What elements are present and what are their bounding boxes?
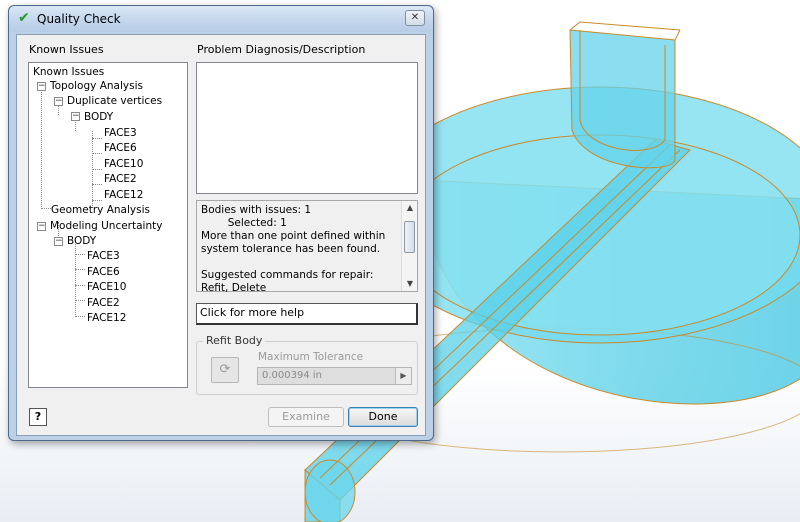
tolerance-input[interactable]: 0.000394 in ▶ <box>257 367 412 385</box>
known-issues-label: Known Issues <box>29 43 104 56</box>
tree-item-face[interactable]: FACE10 <box>104 157 143 171</box>
issue-status-box[interactable]: Bodies with issues: 1 Selected: 1 More t… <box>196 200 418 295</box>
tree-item-face[interactable]: FACE6 <box>87 265 120 279</box>
tree-item-body[interactable]: BODY <box>84 110 113 124</box>
examine-button[interactable]: Examine <box>268 407 344 427</box>
tree-item-face[interactable]: FACE2 <box>104 172 137 186</box>
problem-diagnosis-label: Problem Diagnosis/Description <box>197 43 366 56</box>
collapse-toggle-icon[interactable]: − <box>37 82 46 91</box>
dialog-titlebar[interactable]: ✔ Quality Check ✕ <box>9 6 433 32</box>
status-scrollbar[interactable]: ▲ ▼ <box>401 201 417 291</box>
collapse-toggle-icon[interactable]: − <box>37 222 46 231</box>
collapse-toggle-icon[interactable]: − <box>71 112 80 121</box>
status-line: Selected: 1 <box>201 217 287 229</box>
quality-check-dialog[interactable]: ✔ Quality Check ✕ Known Issues Problem D… <box>8 5 434 441</box>
refit-body-group: Refit Body ⟳ Maximum Tolerance 0.000394 … <box>196 334 418 395</box>
tree-item-duplicate-vertices[interactable]: Duplicate vertices <box>67 94 162 108</box>
tree-item-face[interactable]: FACE3 <box>104 126 137 140</box>
close-button[interactable]: ✕ <box>405 10 425 26</box>
status-line <box>201 256 399 269</box>
tree-item-geometry-analysis[interactable]: Geometry Analysis <box>51 203 150 217</box>
refit-icon[interactable]: ⟳ <box>211 357 239 383</box>
tree-item-modeling-uncertainty[interactable]: Modeling Uncertainty <box>50 219 162 233</box>
more-help-button[interactable]: Click for more help <box>196 303 418 325</box>
scroll-up-arrow-icon[interactable]: ▲ <box>402 201 418 215</box>
scroll-thumb[interactable] <box>404 221 415 253</box>
tree-root[interactable]: Known Issues <box>33 65 104 79</box>
dialog-title: Quality Check <box>37 12 121 26</box>
status-line: More than one point defined within <box>201 230 386 242</box>
refit-body-title: Refit Body <box>203 334 266 347</box>
tree-item-face[interactable]: FACE10 <box>87 280 126 294</box>
scroll-down-arrow-icon[interactable]: ▼ <box>402 277 418 291</box>
collapse-toggle-icon[interactable]: − <box>54 237 63 246</box>
tree-item-face[interactable]: FACE12 <box>104 188 143 202</box>
tree-item-topology-analysis[interactable]: Topology Analysis <box>50 79 143 93</box>
done-button[interactable]: Done <box>348 407 418 427</box>
checkmark-icon: ✔ <box>18 10 30 26</box>
status-line: system tolerance has been found. <box>201 243 381 255</box>
status-line: Refit, Delete <box>201 282 267 294</box>
tolerance-value: 0.000394 in <box>262 370 323 381</box>
known-issues-tree[interactable]: Known Issues − Topology Analysis − Dupli… <box>28 62 188 388</box>
problem-diagnosis-box <box>196 62 418 194</box>
collapse-toggle-icon[interactable]: − <box>54 97 63 106</box>
status-line: Bodies with issues: 1 <box>201 204 312 216</box>
post <box>569 29 676 169</box>
dialog-client-area: Known Issues Problem Diagnosis/Descripti… <box>16 34 426 436</box>
slot-end <box>304 459 356 522</box>
tree-item-face[interactable]: FACE3 <box>87 249 120 263</box>
tree-item-face[interactable]: FACE12 <box>87 311 126 325</box>
chevron-right-icon[interactable]: ▶ <box>395 368 411 384</box>
tree-item-face[interactable]: FACE6 <box>104 141 137 155</box>
status-line: Suggested commands for repair: <box>201 269 374 281</box>
max-tolerance-label: Maximum Tolerance <box>258 351 364 363</box>
issue-status-text: Bodies with issues: 1 Selected: 1 More t… <box>201 204 399 295</box>
tree-item-face[interactable]: FACE2 <box>87 296 120 310</box>
tree-item-body[interactable]: BODY <box>67 234 96 248</box>
help-icon[interactable]: ? <box>29 408 47 426</box>
